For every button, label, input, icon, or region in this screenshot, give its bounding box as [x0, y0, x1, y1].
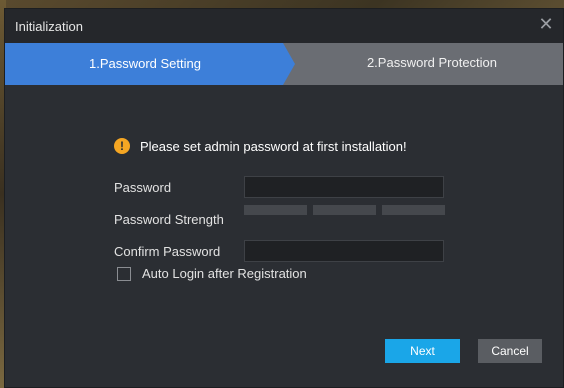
warning-icon: !	[114, 138, 130, 154]
auto-login-checkbox[interactable]	[117, 266, 131, 281]
password-strength-meter	[244, 205, 445, 215]
title-bar: Initialization ✕	[5, 9, 563, 43]
notice-text: Please set admin password at first insta…	[140, 138, 407, 154]
confirm-password-input[interactable]	[244, 240, 444, 262]
strength-bar-weak	[244, 205, 307, 215]
step-password-setting-label: 1.Password Setting	[88, 56, 201, 71]
strength-bar-medium	[313, 205, 376, 215]
step-password-protection-label: 2.Password Protection	[366, 55, 498, 70]
confirm-password-label: Confirm Password	[114, 244, 221, 259]
step-indicator: 1.Password Setting 2.Password Protection	[5, 43, 563, 85]
password-input[interactable]	[244, 176, 444, 198]
dialog-title: Initialization	[15, 19, 83, 34]
notice-message: ! Please set admin password at first ins…	[114, 138, 407, 154]
password-strength-label: Password Strength	[114, 212, 224, 227]
auto-login-option[interactable]: Auto Login after Registration	[117, 266, 307, 281]
close-icon[interactable]: ✕	[537, 15, 555, 33]
auto-login-label: Auto Login after Registration	[142, 266, 307, 281]
strength-bar-strong	[382, 205, 445, 215]
initialization-dialog: Initialization ✕ 1.Password Setting 2.Pa…	[4, 8, 564, 388]
next-button[interactable]: Next	[385, 339, 460, 363]
password-label: Password	[114, 180, 172, 195]
cancel-button[interactable]: Cancel	[478, 339, 542, 363]
